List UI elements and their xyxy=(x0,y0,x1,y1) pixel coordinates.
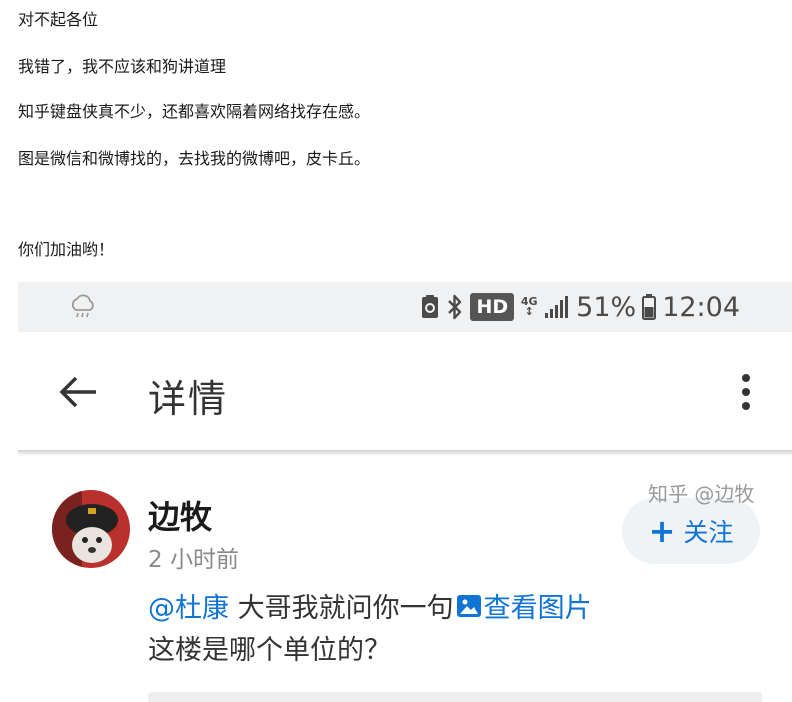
network-indicator: 4G ↕ xyxy=(520,295,538,318)
bluetooth-icon xyxy=(448,294,462,320)
status-icons: HD 4G ↕ 51% 12:04 xyxy=(420,290,740,324)
view-image-label: 查看图片 xyxy=(483,593,592,624)
image-icon xyxy=(456,594,481,617)
arrow-left-icon[interactable] xyxy=(56,374,100,410)
more-vertical-icon[interactable] xyxy=(738,372,754,412)
avatar[interactable] xyxy=(52,490,130,568)
comment-text-line: @杜康 大哥我就问你一句 查看图片 xyxy=(148,586,592,625)
cloud-rain-icon xyxy=(71,294,94,318)
signal-icon xyxy=(545,296,569,318)
status-bar: HD 4G ↕ 51% 12:04 xyxy=(18,282,792,332)
app-toolbar: 详情 xyxy=(18,332,792,452)
status-time: 12:04 xyxy=(662,291,740,323)
battery-percent: 51% xyxy=(576,291,637,323)
mention-link[interactable]: @杜康 xyxy=(148,586,229,625)
follow-label: 关注 xyxy=(683,518,734,547)
plus-icon: + xyxy=(648,512,676,550)
comment-text: 大哥我就问你一句 xyxy=(229,593,454,624)
recycle-clipboard-icon xyxy=(422,295,439,318)
article-paragraph: 知乎键盘侠真不少，还都喜欢隔着网络找存在感。 xyxy=(18,102,371,121)
battery-icon xyxy=(642,294,657,320)
view-image-link[interactable]: 查看图片 xyxy=(454,586,592,625)
follow-button[interactable]: + 关注 xyxy=(622,498,760,564)
article-paragraph: 对不起各位 xyxy=(18,10,99,29)
page-title: 详情 xyxy=(148,377,229,421)
comment-text-line-2: 这楼是哪个单位的？ xyxy=(148,635,391,666)
toolbar-divider xyxy=(18,450,792,456)
embedded-screenshot: HD 4G ↕ 51% 12:04 详情 边牧 2 小时前 + 关注 @杜康 大… xyxy=(18,282,792,702)
hd-badge: HD xyxy=(470,293,515,321)
network-label: 4G xyxy=(520,295,538,308)
article-paragraph: 图是微信和微博找的，去找我的微博吧，皮卡丘。 xyxy=(18,149,371,168)
article-paragraph: 我错了，我不应该和狗讲道理 xyxy=(18,57,227,76)
username[interactable]: 边牧 xyxy=(148,492,212,538)
reply-box-edge xyxy=(148,692,762,702)
watermark: 知乎 @边牧 xyxy=(648,482,755,506)
article-paragraph: 你们加油哟！ xyxy=(18,240,115,259)
timestamp: 2 小时前 xyxy=(148,547,239,573)
